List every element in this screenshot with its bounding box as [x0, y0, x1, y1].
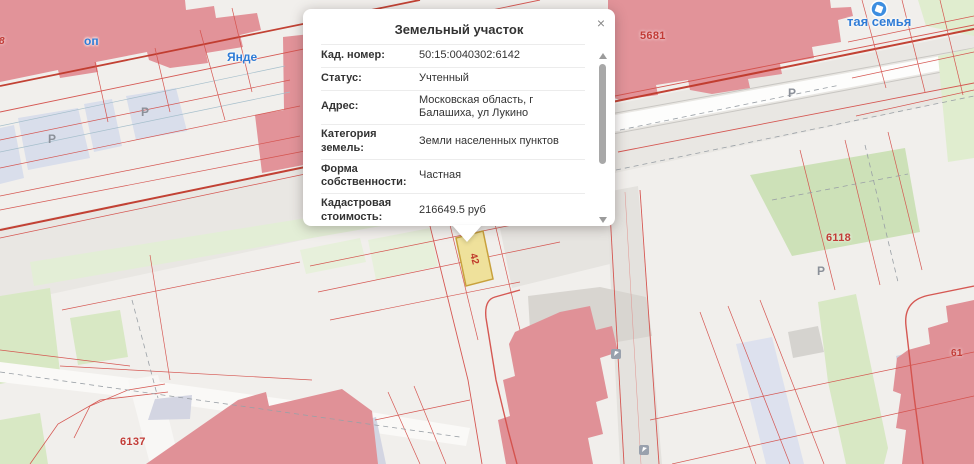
- info-value: Учтенный: [417, 72, 585, 86]
- entrance-icon: [611, 349, 621, 359]
- scrollbar-thumb[interactable]: [599, 64, 606, 164]
- info-label: Адрес:: [321, 100, 417, 114]
- entrance-icon: [639, 445, 649, 455]
- popup-scrollbar[interactable]: [598, 53, 608, 223]
- info-value: Земли населенных пунктов: [417, 135, 585, 149]
- info-row-address: Адрес: Московская область, г Балашиха, у…: [321, 91, 585, 126]
- popup-body: Кад. номер: 50:15:0040302:6142 Статус: У…: [321, 44, 585, 222]
- close-icon[interactable]: ×: [597, 16, 605, 30]
- info-row-ownership: Форма собственности: Частная: [321, 160, 585, 195]
- scroll-up-icon[interactable]: [599, 53, 607, 59]
- info-label: Форма собственности:: [321, 163, 417, 191]
- info-label: Категория земель:: [321, 128, 417, 156]
- info-label: Кад. номер:: [321, 48, 417, 64]
- info-label: Статус:: [321, 71, 417, 87]
- info-value: 216649.5 руб: [417, 204, 585, 218]
- store-poi-icon[interactable]: [871, 1, 887, 17]
- info-value: Частная: [417, 169, 585, 183]
- popup-tail: [452, 225, 482, 242]
- info-row-land-category: Категория земель: Земли населенных пункт…: [321, 125, 585, 160]
- cadastral-map-screen: 42 5681 6118 6137 61 8 тая семья Янде оп…: [0, 0, 974, 464]
- scroll-down-icon[interactable]: [599, 217, 607, 223]
- info-value: Московская область, г Балашиха, ул Лукин…: [417, 94, 585, 122]
- info-label: Кадастровая стоимость:: [321, 197, 417, 222]
- info-value: 50:15:0040302:6142: [417, 49, 585, 63]
- parcel-info-popup: Земельный участок × Кад. номер: 50:15:00…: [303, 9, 615, 226]
- info-row-cadastral-value: Кадастровая стоимость: 216649.5 руб: [321, 194, 585, 222]
- popup-title: Земельный участок: [303, 9, 615, 44]
- info-row-cad-number: Кад. номер: 50:15:0040302:6142: [321, 45, 585, 68]
- info-row-status: Статус: Учтенный: [321, 68, 585, 91]
